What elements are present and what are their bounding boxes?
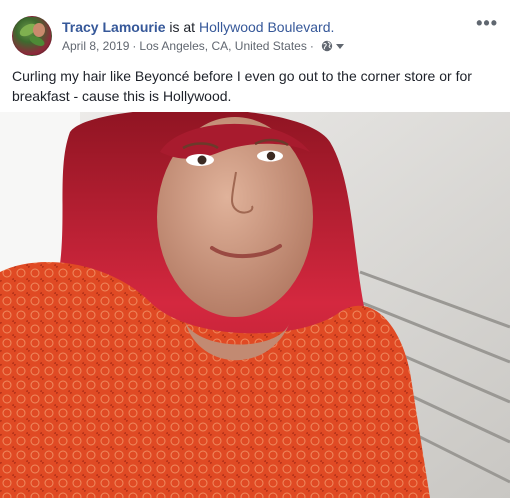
avatar-face <box>33 23 45 37</box>
post-card: Tracy Lamourie is at Hollywood Boulevard… <box>0 0 510 498</box>
post-title-line: Tracy Lamourie is at Hollywood Boulevard… <box>62 18 334 36</box>
post-meta: April 8, 2019 · Los Angeles, CA, United … <box>62 39 344 53</box>
post-photo[interactable] <box>0 112 510 498</box>
more-options-icon[interactable]: ••• <box>476 14 498 32</box>
author-name-link[interactable]: Tracy Lamourie <box>62 19 166 35</box>
checkin-verb: is at <box>169 19 196 35</box>
meta-separator: · <box>132 39 137 53</box>
post-caption: Curling my hair like Beyoncé before I ev… <box>12 68 472 104</box>
right-pupil <box>266 151 276 161</box>
author-avatar[interactable] <box>12 16 52 56</box>
left-pupil <box>197 155 207 165</box>
checkin-place-link[interactable]: Hollywood Boulevard. <box>199 19 334 35</box>
post-location-link[interactable]: Los Angeles, CA, United States <box>139 39 306 53</box>
globe-icon[interactable] <box>321 40 333 52</box>
meta-separator: · <box>309 39 314 53</box>
selfie-image <box>0 112 510 498</box>
caret-down-icon[interactable] <box>335 43 344 49</box>
post-header: Tracy Lamourie is at Hollywood Boulevard… <box>12 14 502 58</box>
post-date-link[interactable]: April 8, 2019 <box>62 39 129 53</box>
